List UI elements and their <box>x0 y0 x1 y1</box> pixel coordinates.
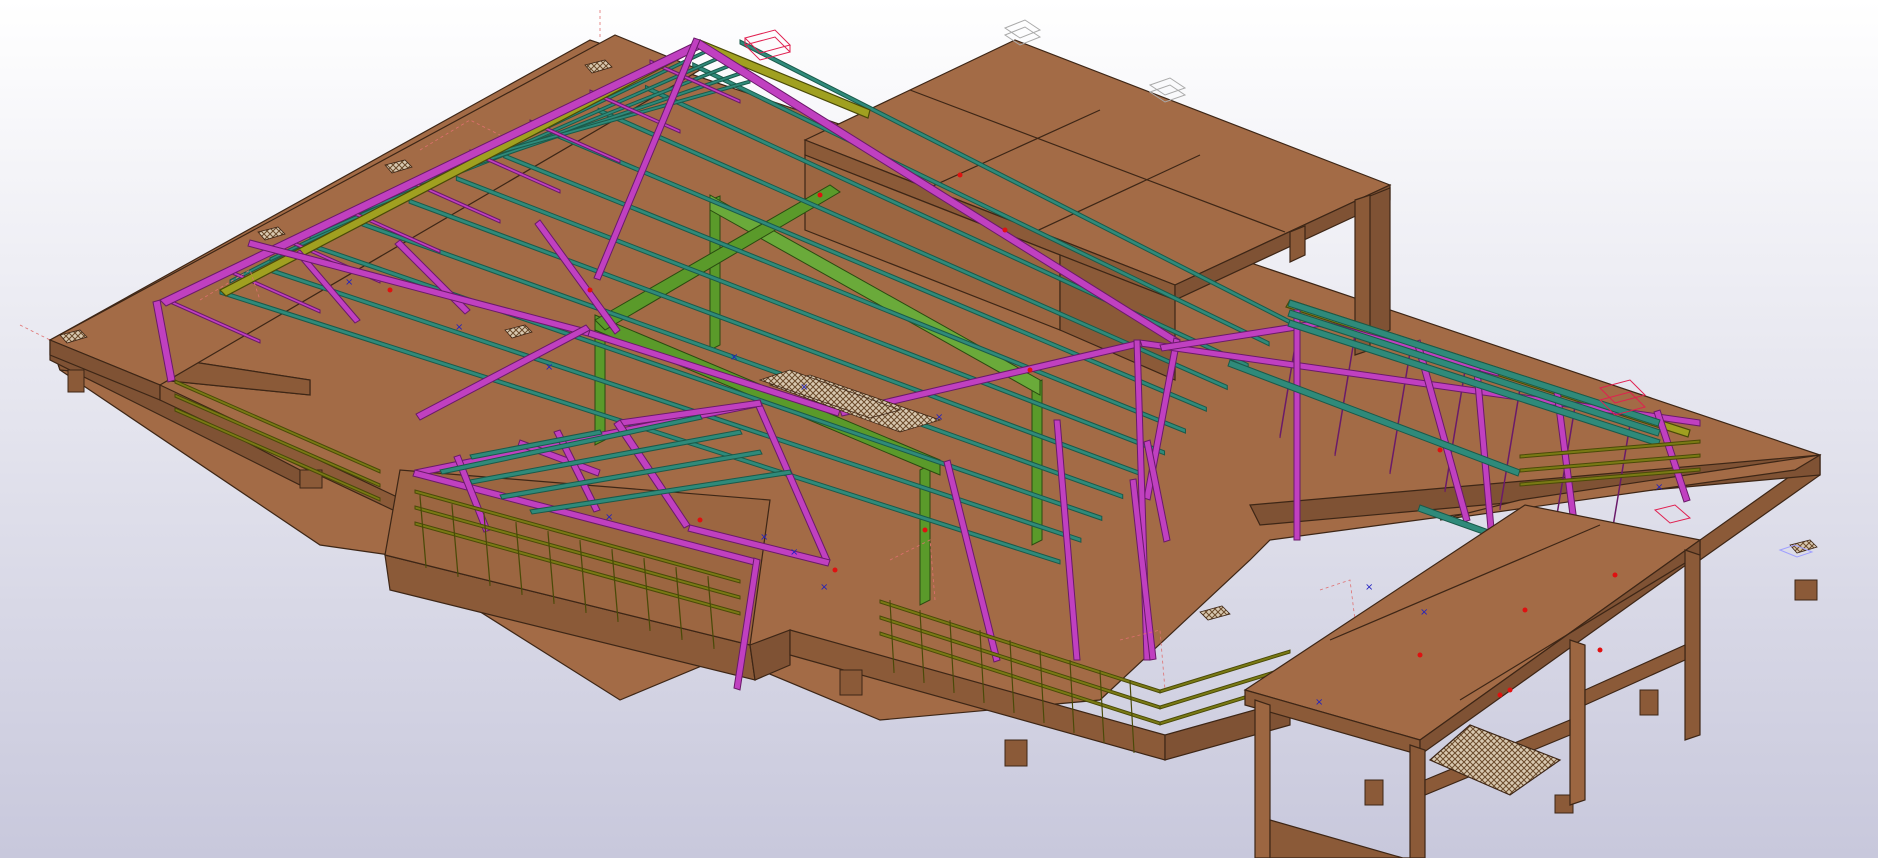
connection-point-blue[interactable]: × <box>605 512 613 523</box>
model-viewport[interactable]: × × × × × × × × × × × × × × <box>0 0 1878 858</box>
pier[interactable] <box>839 669 863 696</box>
connection-point-blue[interactable]: × <box>455 322 463 333</box>
connection-point-blue[interactable]: × <box>800 382 808 393</box>
model-scene[interactable]: × × × × × × × × × × × × × × <box>0 0 1878 858</box>
connection-point-red[interactable] <box>1522 607 1528 613</box>
connection-point-red[interactable] <box>697 517 703 523</box>
pier[interactable] <box>1639 689 1659 716</box>
pier[interactable] <box>1794 579 1818 601</box>
connection-point-red[interactable] <box>1507 687 1513 693</box>
connection-point-red[interactable] <box>1002 227 1008 233</box>
connection-point-blue[interactable]: × <box>935 412 943 423</box>
pier[interactable] <box>1004 739 1028 767</box>
connection-point-red[interactable] <box>832 567 838 573</box>
pier[interactable] <box>67 369 85 393</box>
connection-point-blue[interactable]: × <box>760 532 768 543</box>
connection-point-blue[interactable]: × <box>1365 582 1373 593</box>
connection-point-red[interactable] <box>1612 572 1618 578</box>
connection-point-blue[interactable]: × <box>790 547 798 558</box>
connection-point-red[interactable] <box>1497 692 1503 698</box>
connection-point-red[interactable] <box>387 287 393 293</box>
connection-point-red[interactable] <box>587 287 593 293</box>
connection-point-red[interactable] <box>1437 447 1443 453</box>
connection-point-red[interactable] <box>957 172 963 178</box>
connection-point-blue[interactable]: × <box>1655 482 1663 493</box>
connection-point-red[interactable] <box>1027 367 1033 373</box>
connection-point-red[interactable] <box>1597 647 1603 653</box>
connection-point-blue[interactable]: × <box>545 362 553 373</box>
connection-point-red[interactable] <box>1417 652 1423 658</box>
connection-point-blue[interactable]: × <box>345 277 353 288</box>
connection-point-blue[interactable]: × <box>820 582 828 593</box>
connection-point-blue[interactable]: × <box>1315 697 1323 708</box>
connection-point-blue[interactable]: × <box>1420 607 1428 618</box>
connection-point-red[interactable] <box>817 192 823 198</box>
pier[interactable] <box>1364 779 1384 806</box>
connection-point-red[interactable] <box>922 527 928 533</box>
connection-point-blue[interactable]: × <box>730 352 738 363</box>
